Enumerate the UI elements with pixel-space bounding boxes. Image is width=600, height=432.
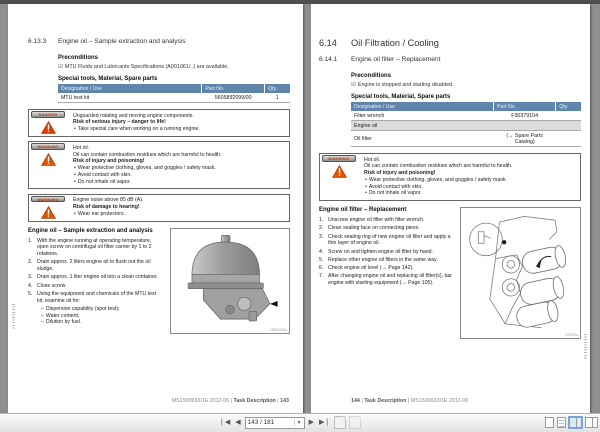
first-page-button[interactable]: ❘◀ [218, 416, 231, 429]
centrifugal-oil-filter-figure: 18000225a [170, 227, 290, 334]
section-number: 6.14.1 [319, 56, 338, 63]
tools-table: Designation / Use Part No. Qty. Filter w… [351, 102, 581, 147]
special-tools-heading: Special tools, Material, Spare parts [58, 75, 158, 82]
page-display-modes [545, 416, 598, 429]
section-heading: 6.14.1 Engine oil filter – Replacement [319, 56, 581, 63]
warning-label: WARNING [322, 155, 356, 162]
table-row: Engine oil [351, 120, 581, 131]
page-footer: MS150093/01E 2012-06 | Task Description … [171, 398, 289, 404]
figure-code: 18000225a [270, 327, 287, 332]
warning-label: WARNING [31, 143, 65, 150]
page-dropdown-caret-icon[interactable]: ▼ [293, 419, 304, 426]
margin-vertical-code [12, 304, 15, 330]
document-page-144: 6.14 Oil Filtration / Cooling 6.14.1 Eng… [311, 4, 590, 413]
page-number-input[interactable] [245, 417, 294, 428]
special-tools-heading: Special tools, Material, Spare parts [351, 93, 451, 100]
procedure-title: Engine oil filter – Replacement [319, 207, 407, 213]
last-page-button[interactable]: ▶❘ [318, 416, 331, 429]
chapter-heading: 6.14 Oil Filtration / Cooling [319, 38, 581, 48]
warning-box-hot-oil: WARNING Hot oil. Oil can contain combust… [28, 141, 290, 190]
margin-vertical-code [584, 334, 587, 360]
tools-table: Designation / Use Part No. Qty. MTU test… [58, 84, 290, 103]
table-row: MTU test kit 5605892099/00 1 [58, 93, 290, 103]
preconditions-heading: Preconditions [58, 55, 99, 61]
chapter-title: Oil Filtration / Cooling [351, 38, 439, 48]
page-navigation: ❘◀ ◀ ▼ ▶ ▶❘ [218, 416, 362, 429]
continuous-view-button[interactable] [557, 417, 566, 428]
warning-label: WARNING [31, 195, 65, 203]
warning-triangle-icon [41, 121, 56, 134]
section-heading: 6.13.3 Engine oil – Sample extraction an… [28, 38, 290, 45]
checkbox-icon: ☑ [351, 81, 356, 88]
page-number: 143 [280, 398, 289, 404]
document-page-143: 6.13.3 Engine oil – Sample extraction an… [8, 4, 303, 413]
section-number: 6.13.3 [28, 38, 47, 45]
pdf-viewer-toolbar: ❘◀ ◀ ▼ ▶ ▶❘ [0, 413, 600, 432]
chapter-number: 6.14 [319, 38, 337, 48]
col-part-no: Part No. [201, 84, 265, 93]
page-number-box: ▼ [244, 416, 305, 429]
oil-filter-illustration [187, 234, 278, 321]
section-title: Engine oil filter – Replacement [351, 56, 441, 63]
warning-triangle-icon [41, 153, 56, 167]
preconditions-heading: Preconditions [351, 73, 392, 79]
single-page-view-button[interactable] [545, 417, 554, 428]
oil-filter-replacement-illustration [469, 215, 566, 329]
next-view-button[interactable] [349, 416, 362, 429]
next-page-button[interactable]: ▶ [308, 416, 315, 429]
col-part-no: Part No. [493, 102, 556, 111]
previous-view-button[interactable] [334, 416, 347, 429]
col-designation: Designation / Use [58, 84, 202, 93]
figure-code: 100070a [564, 333, 578, 337]
warning-triangle-icon [41, 205, 56, 219]
warning-box-noise: WARNING Engine noise above 85 dB (A). Ri… [28, 193, 290, 222]
warning-triangle-icon [332, 165, 347, 178]
precondition-item: ☑ MTU Fluids and Lubricants Specificatio… [58, 63, 229, 70]
two-page-continuous-view-button[interactable] [585, 417, 598, 428]
page-number: 144 [351, 398, 360, 404]
checkbox-icon: ☑ [58, 63, 63, 70]
precondition-item: ☑ Engine is stopped and starting disable… [351, 81, 454, 88]
col-qty: Qty. [263, 84, 290, 93]
table-row: Oil filter (→ Spare Parts Catalog) [351, 130, 581, 147]
previous-page-button[interactable]: ◀ [234, 416, 241, 429]
section-title: Engine oil – Sample extraction and analy… [58, 38, 186, 45]
two-page-view-button[interactable] [568, 416, 583, 429]
page-footer: 144 | Task Description | MS150093/01E 20… [351, 398, 469, 404]
warning-box-hot-oil: WARNING Hot oil. Oil can contain combust… [319, 153, 581, 201]
procedure-title: Engine oil – Sample extraction and analy… [28, 227, 153, 234]
engine-oil-filters-figure: 100070a [460, 207, 581, 339]
danger-label: DANGER [31, 111, 65, 118]
table-row: Filter wrench F30379104 [351, 111, 581, 121]
col-qty: Qty. [555, 102, 581, 111]
danger-box: DANGER Unguarded rotating and moving eng… [28, 109, 290, 137]
col-designation: Designation / Use [351, 102, 494, 111]
